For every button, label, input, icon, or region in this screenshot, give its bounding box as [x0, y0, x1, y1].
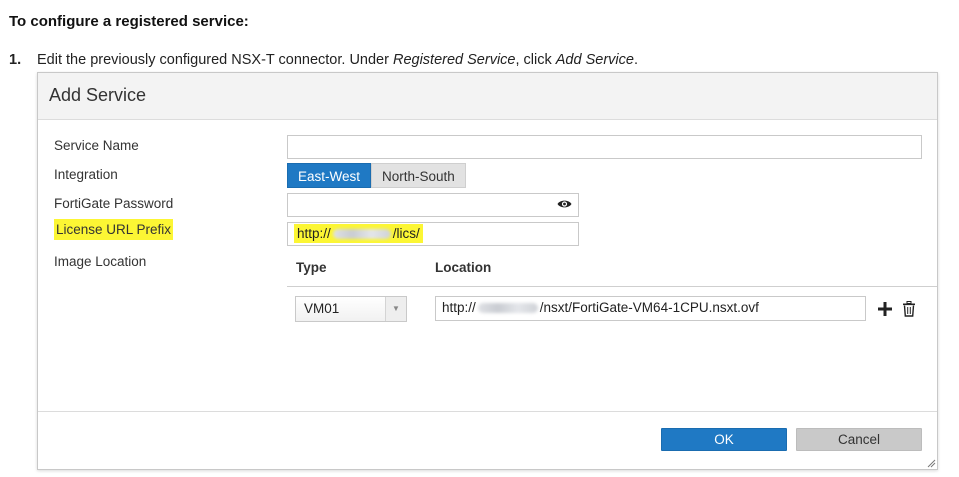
step-emphasis-add-service: Add Service: [555, 52, 634, 68]
table-header-divider: [287, 286, 937, 287]
instruction-step: 1. Edit the previously configured NSX-T c…: [9, 52, 638, 68]
image-type-select[interactable]: VM01 ▼: [295, 296, 407, 322]
license-url-prefix-label-text: License URL Prefix: [54, 219, 174, 240]
image-location-input[interactable]: http:// /nsxt/FortiGate-VM64-1CPU.nsxt.ov…: [435, 296, 866, 321]
resize-grip-icon[interactable]: [926, 458, 936, 468]
dialog-title: Add Service: [49, 85, 147, 105]
step-number: 1.: [9, 52, 22, 68]
location-column-header: Location: [435, 260, 492, 275]
image-location-path: /nsxt/FortiGate-VM64-1CPU.nsxt.ovf: [539, 300, 759, 315]
type-column-header: Type: [296, 260, 327, 275]
step-emphasis-registered-service: Registered Service: [392, 52, 516, 68]
integration-option-north-south[interactable]: North-South: [371, 163, 466, 188]
step-text: Edit the previously configured NSX-T con…: [37, 52, 393, 68]
license-url-prefix-input[interactable]: http:// /lics/: [287, 222, 579, 246]
add-service-dialog: Add Service Service Name Integration Eas…: [37, 72, 938, 470]
license-url-path: /lics/: [392, 226, 420, 241]
fortigate-password-input[interactable]: [287, 193, 579, 217]
dialog-header: Add Service: [38, 73, 937, 120]
redacted-host: [332, 229, 391, 240]
image-location-label: Image Location: [54, 254, 147, 269]
license-url-value: http:// /lics/: [294, 224, 423, 243]
step-text: .: [633, 52, 638, 68]
eye-icon[interactable]: [557, 198, 572, 210]
trash-icon[interactable]: [902, 301, 916, 317]
cancel-button[interactable]: Cancel: [796, 428, 922, 451]
service-name-label: Service Name: [54, 138, 139, 153]
redacted-host: [477, 303, 538, 314]
doc-heading: To configure a registered service:: [9, 13, 249, 30]
service-name-input[interactable]: [287, 135, 922, 159]
license-url-prefix-label: License URL Prefix: [54, 219, 174, 240]
integration-toggle: East-West North-South: [287, 163, 466, 188]
integration-label: Integration: [54, 167, 118, 182]
caret-down-icon[interactable]: ▼: [385, 297, 406, 321]
image-location-scheme: http://: [442, 300, 476, 315]
ok-button[interactable]: OK: [661, 428, 787, 451]
fortigate-password-label: FortiGate Password: [54, 196, 174, 211]
integration-option-east-west[interactable]: East-West: [287, 163, 372, 188]
dialog-footer-divider: [38, 411, 937, 412]
license-url-scheme: http://: [297, 226, 331, 241]
plus-icon[interactable]: [877, 301, 893, 317]
step-text: , click: [515, 52, 556, 68]
image-type-selected-value: VM01: [304, 301, 340, 316]
